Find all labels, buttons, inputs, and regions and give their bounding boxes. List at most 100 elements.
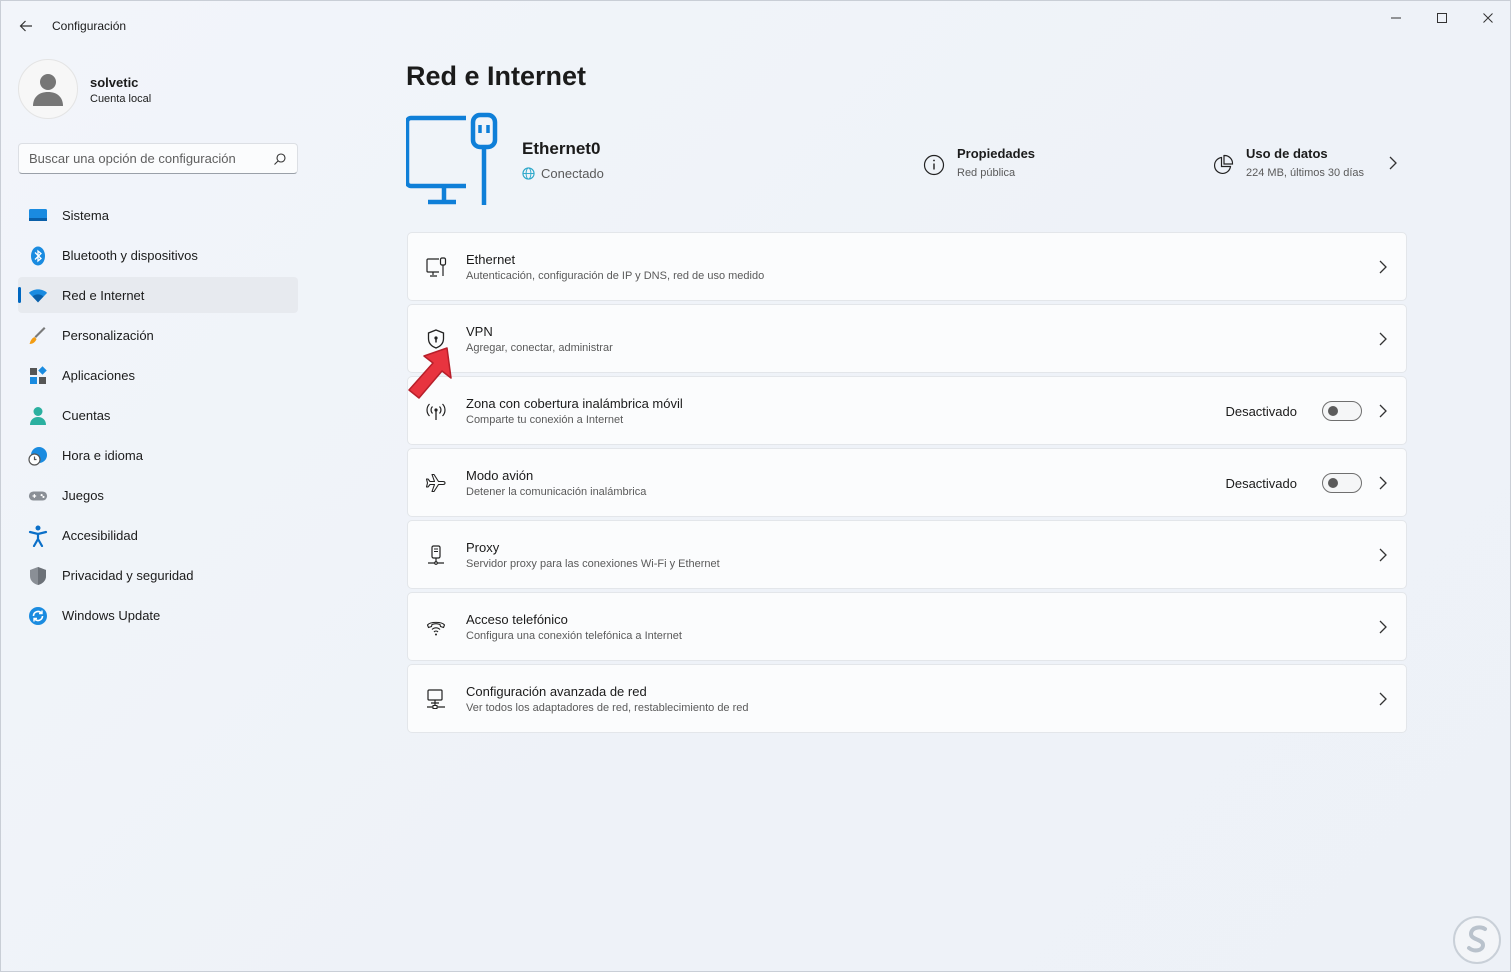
- airplane-mode-card[interactable]: Modo avión Detener la comunicación inalá…: [407, 448, 1407, 517]
- settings-list: Ethernet Autenticación, configuración de…: [407, 232, 1407, 736]
- card-subtitle: Comparte tu conexión a Internet: [466, 414, 624, 426]
- sidebar-item-label: Hora e idioma: [62, 448, 143, 463]
- user-profile[interactable]: solvetic Cuenta local: [18, 59, 298, 119]
- card-title: VPN: [466, 324, 493, 339]
- chevron-right-icon: [1389, 156, 1397, 170]
- card-subtitle: Detener la comunicación inalámbrica: [466, 486, 647, 498]
- chevron-right-icon: [1379, 548, 1387, 562]
- settings-window: Configuración solvetic Cuenta local Busc…: [0, 0, 1511, 972]
- connection-name: Ethernet0: [522, 139, 601, 158]
- vpn-card[interactable]: VPN Agregar, conectar, administrar: [407, 304, 1407, 373]
- globe-icon: [522, 167, 535, 180]
- chevron-right-icon: [1379, 692, 1387, 706]
- sidebar-item-windows-update[interactable]: Windows Update: [18, 597, 298, 633]
- data-usage-title: Uso de datos: [1246, 146, 1328, 161]
- bluetooth-icon: [28, 246, 48, 266]
- card-title: Ethernet: [466, 252, 516, 267]
- person-icon: [28, 406, 48, 426]
- card-subtitle: Ver todos los adaptadores de red, restab…: [466, 702, 749, 714]
- close-button[interactable]: [1465, 5, 1511, 31]
- sidebar-item-label: Aplicaciones: [62, 368, 135, 383]
- solvetic-logo-icon: [1453, 916, 1501, 964]
- account-type: Cuenta local: [90, 93, 152, 105]
- search-icon[interactable]: [273, 152, 287, 166]
- advanced-network-card[interactable]: Configuración avanzada de red Ver todos …: [407, 664, 1407, 733]
- sidebar-item-hora-idioma[interactable]: Hora e idioma: [18, 437, 298, 473]
- chevron-right-icon: [1379, 476, 1387, 490]
- page-title: Red e Internet: [406, 61, 587, 91]
- pie-chart-icon: [1213, 154, 1234, 175]
- minimize-icon: [1391, 17, 1401, 19]
- clock-globe-icon: [28, 446, 48, 466]
- card-subtitle: Configura una conexión telefónica a Inte…: [466, 630, 682, 642]
- chevron-right-icon: [1379, 260, 1387, 274]
- brush-icon: [28, 326, 48, 346]
- user-name: solvetic: [90, 75, 139, 90]
- system-icon: [28, 206, 48, 226]
- sidebar-item-aplicaciones[interactable]: Aplicaciones: [18, 357, 298, 393]
- mobile-hotspot-card[interactable]: Zona con cobertura inalámbrica móvil Com…: [407, 376, 1407, 445]
- sidebar-item-personalizacion[interactable]: Personalización: [18, 317, 298, 353]
- card-subtitle: Agregar, conectar, administrar: [466, 342, 613, 354]
- toggle-knob: [1328, 406, 1338, 416]
- data-usage-subtitle: 224 MB, últimos 30 días: [1246, 167, 1365, 179]
- maximize-button[interactable]: [1419, 5, 1465, 31]
- properties-title: Propiedades: [957, 146, 1036, 161]
- data-usage-link[interactable]: Uso de datos 224 MB, últimos 30 días: [1212, 145, 1402, 185]
- dialup-icon: [424, 615, 448, 639]
- sidebar-nav: Sistema Bluetooth y dispositivos Red e I…: [18, 197, 298, 637]
- toggle-state-label: Desactivado: [1225, 476, 1297, 491]
- hotspot-icon: [424, 399, 448, 423]
- annotation-arrow-icon: [408, 347, 452, 399]
- chevron-right-icon: [1379, 620, 1387, 634]
- shield-icon: [28, 566, 48, 586]
- sidebar-item-juegos[interactable]: Juegos: [18, 477, 298, 513]
- airplane-mode-toggle[interactable]: [1322, 473, 1362, 493]
- ethernet-pc-hero-icon: [406, 112, 498, 205]
- back-arrow-icon: [19, 20, 32, 32]
- sidebar-item-privacidad[interactable]: Privacidad y seguridad: [18, 557, 298, 593]
- wifi-icon: [28, 286, 48, 306]
- back-button[interactable]: [13, 13, 39, 39]
- sidebar-item-cuentas[interactable]: Cuentas: [18, 397, 298, 433]
- dial-up-card[interactable]: Acceso telefónico Configura una conexión…: [407, 592, 1407, 661]
- connection-status: Conectado: [522, 166, 604, 181]
- avatar: [18, 59, 78, 119]
- sidebar-item-bluetooth[interactable]: Bluetooth y dispositivos: [18, 237, 298, 273]
- chevron-right-icon: [1379, 332, 1387, 346]
- search-box[interactable]: [18, 143, 298, 174]
- properties-link[interactable]: Propiedades Red pública: [923, 145, 1083, 185]
- sidebar-item-label: Sistema: [62, 208, 109, 223]
- card-title: Proxy: [466, 540, 500, 555]
- sidebar-item-label: Juegos: [62, 488, 104, 503]
- sidebar-item-label: Windows Update: [62, 608, 161, 623]
- airplane-icon: [424, 471, 448, 495]
- info-icon: [923, 154, 945, 176]
- maximize-icon: [1437, 13, 1447, 23]
- proxy-card[interactable]: Proxy Servidor proxy para las conexiones…: [407, 520, 1407, 589]
- card-title: Modo avión: [466, 468, 534, 483]
- sidebar-item-label: Accesibilidad: [62, 528, 138, 543]
- search-input[interactable]: [29, 144, 269, 173]
- update-icon: [28, 606, 48, 626]
- properties-subtitle: Red pública: [957, 167, 1016, 179]
- sidebar-item-label: Privacidad y seguridad: [62, 568, 194, 583]
- sidebar-item-label: Cuentas: [62, 408, 111, 423]
- app-title: Configuración: [52, 19, 127, 33]
- card-subtitle: Autenticación, configuración de IP y DNS…: [466, 270, 765, 282]
- apps-icon: [28, 366, 48, 386]
- chevron-right-icon: [1379, 404, 1387, 418]
- minimize-button[interactable]: [1373, 5, 1419, 31]
- sidebar-item-label: Red e Internet: [62, 288, 145, 303]
- advanced-network-icon: [424, 687, 448, 711]
- sidebar-item-red-internet[interactable]: Red e Internet: [18, 277, 298, 313]
- sidebar-item-accesibilidad[interactable]: Accesibilidad: [18, 517, 298, 553]
- sidebar-item-sistema[interactable]: Sistema: [18, 197, 298, 233]
- hotspot-toggle[interactable]: [1322, 401, 1362, 421]
- close-icon: [1483, 13, 1493, 23]
- ethernet-card[interactable]: Ethernet Autenticación, configuración de…: [407, 232, 1407, 301]
- sidebar-item-label: Bluetooth y dispositivos: [62, 248, 198, 263]
- card-title: Configuración avanzada de red: [466, 684, 647, 699]
- connection-status-text: Conectado: [541, 166, 604, 181]
- toggle-state-label: Desactivado: [1225, 404, 1297, 419]
